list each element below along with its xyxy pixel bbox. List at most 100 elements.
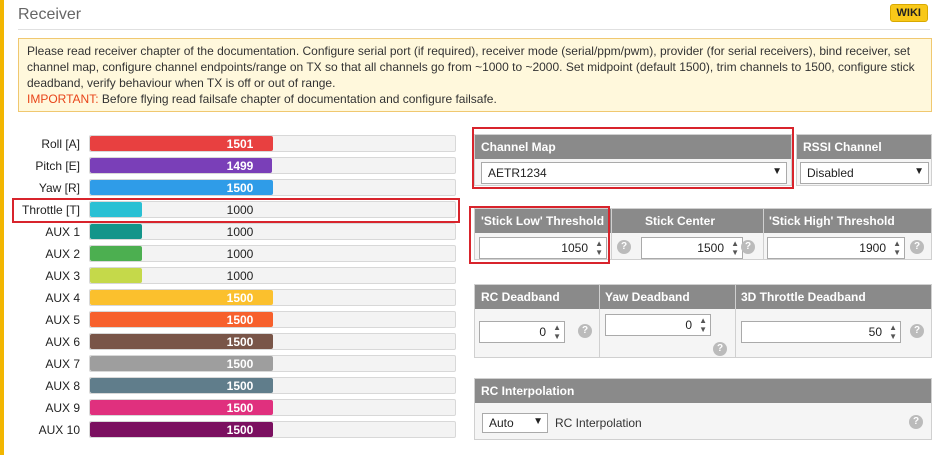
- rc-interpolation-title: RC Interpolation: [475, 379, 931, 403]
- channel-value: 1500: [226, 313, 254, 327]
- channel-bar: 1500: [89, 355, 456, 372]
- channel-row: AUX 4 1500: [14, 289, 458, 307]
- channel-value: 1000: [226, 247, 254, 261]
- channel-value: 1000: [226, 203, 254, 217]
- rc-interpolation-panel: RC Interpolation Auto ▼ RC Interpolation…: [474, 378, 932, 440]
- rssi-value: Disabled: [807, 166, 854, 180]
- divider: [599, 285, 600, 357]
- channel-row: AUX 9 1500: [14, 399, 458, 417]
- channel-label: AUX 3: [45, 269, 80, 283]
- rc-interpolation-select[interactable]: Auto ▼: [482, 413, 548, 433]
- channel-row: Yaw [R] 1500: [14, 179, 458, 197]
- spinner-icon[interactable]: ▲ ▼: [699, 316, 707, 334]
- channel-value: 1500: [226, 181, 254, 195]
- help-icon[interactable]: ?: [617, 240, 631, 254]
- channel-value: 1500: [226, 423, 254, 437]
- note-important-label: IMPORTANT:: [27, 92, 99, 106]
- help-icon[interactable]: ?: [910, 324, 924, 338]
- page-header: Receiver WIKI: [18, 4, 928, 28]
- channel-label: Pitch [E]: [35, 159, 80, 173]
- channel-bar: 1500: [89, 421, 456, 438]
- channel-value: 1500: [226, 335, 254, 349]
- channel-label: AUX 9: [45, 401, 80, 415]
- rssi-panel: RSSI Channel Disabled ▼: [796, 134, 932, 186]
- channel-label: AUX 1: [45, 225, 80, 239]
- channel-label: AUX 2: [45, 247, 80, 261]
- help-icon[interactable]: ?: [713, 342, 727, 356]
- help-icon[interactable]: ?: [578, 324, 592, 338]
- channel-bar: 1000: [89, 245, 456, 262]
- channel-label: AUX 10: [38, 423, 80, 437]
- channel-label: AUX 5: [45, 313, 80, 327]
- rssi-select[interactable]: Disabled ▼: [800, 162, 929, 184]
- yaw-deadband-input[interactable]: 0 ▲ ▼: [605, 314, 711, 336]
- channel-row: AUX 8 1500: [14, 377, 458, 395]
- channel-label: Yaw [R]: [38, 181, 80, 195]
- channel-bar: 1500: [89, 311, 456, 328]
- divider: [735, 285, 736, 357]
- channel-label: AUX 8: [45, 379, 80, 393]
- rssi-title: RSSI Channel: [797, 135, 931, 159]
- yaw-deadband-title: Yaw Deadband: [605, 290, 690, 304]
- channel-label: Roll [A]: [41, 137, 80, 151]
- divider: [763, 209, 764, 259]
- channel-label: AUX 6: [45, 335, 80, 349]
- stick-low-highlight: [469, 206, 610, 264]
- rc-interpolation-label: RC Interpolation: [555, 416, 642, 430]
- rc-deadband-value: 0: [539, 325, 546, 339]
- stick-high-title: 'Stick High' Threshold: [769, 214, 895, 228]
- channel-row: AUX 3 1000: [14, 267, 458, 285]
- channel-value: 1499: [226, 159, 254, 173]
- channel-bar: 1500: [89, 289, 456, 306]
- channel-value: 1500: [226, 291, 254, 305]
- stick-high-input[interactable]: 1900 ▲ ▼: [767, 237, 905, 259]
- channel-value: 1500: [226, 401, 254, 415]
- channel-bar: 1499: [89, 157, 456, 174]
- channel-bar: 1000: [89, 267, 456, 284]
- channel-bar: 1500: [89, 399, 456, 416]
- stick-high-value: 1900: [859, 241, 886, 255]
- spinner-icon[interactable]: ▲ ▼: [553, 323, 561, 341]
- spinner-icon[interactable]: ▲ ▼: [893, 239, 901, 257]
- channel-bar: 1501: [89, 135, 456, 152]
- spinner-icon[interactable]: ▲ ▼: [889, 323, 897, 341]
- help-icon[interactable]: ?: [909, 415, 923, 429]
- channel-row: AUX 7 1500: [14, 355, 458, 373]
- page-title: Receiver: [18, 6, 82, 23]
- wiki-button[interactable]: WIKI: [889, 4, 928, 22]
- channel-row: AUX 2 1000: [14, 245, 458, 263]
- channel-value: 1000: [226, 225, 254, 239]
- yaw-deadband-value: 0: [685, 318, 692, 332]
- channel-row: AUX 10 1500: [14, 421, 458, 439]
- deadband-panel: RC Deadband Yaw Deadband 3D Throttle Dea…: [474, 284, 932, 358]
- stick-center-input[interactable]: 1500 ▲ ▼: [641, 237, 743, 259]
- channel-row: Pitch [E] 1499: [14, 157, 458, 175]
- throttle3d-deadband-value: 50: [868, 325, 882, 339]
- channel-bar: 1000: [89, 223, 456, 240]
- throttle3d-deadband-input[interactable]: 50 ▲ ▼: [741, 321, 901, 343]
- note-important-text: Before flying read failsafe chapter of d…: [98, 92, 497, 106]
- channel-map-highlight: [472, 127, 794, 189]
- channel-label: AUX 4: [45, 291, 80, 305]
- channel-value: 1500: [226, 379, 254, 393]
- divider: [611, 209, 612, 259]
- spinner-icon[interactable]: ▲ ▼: [731, 239, 739, 257]
- help-icon[interactable]: ?: [910, 240, 924, 254]
- chevron-down-icon: ▼: [533, 416, 543, 427]
- channel-value: 1500: [226, 357, 254, 371]
- chevron-down-icon: ▼: [914, 166, 924, 177]
- rc-deadband-input[interactable]: 0 ▲ ▼: [479, 321, 565, 343]
- help-icon[interactable]: ?: [741, 240, 755, 254]
- channel-value: 1000: [226, 269, 254, 283]
- rc-interpolation-value: Auto: [489, 416, 514, 430]
- channel-label: AUX 7: [45, 357, 80, 371]
- channel-row: AUX 5 1500: [14, 311, 458, 329]
- header-divider: [18, 29, 930, 30]
- left-accent-bar: [0, 0, 4, 455]
- channel-value: 1501: [226, 137, 254, 151]
- channel-row: AUX 6 1500: [14, 333, 458, 351]
- stick-center-value: 1500: [697, 241, 724, 255]
- stick-center-title: Stick Center: [645, 214, 716, 228]
- channel-bar: 1500: [89, 333, 456, 350]
- channel-row: Roll [A] 1501: [14, 135, 458, 153]
